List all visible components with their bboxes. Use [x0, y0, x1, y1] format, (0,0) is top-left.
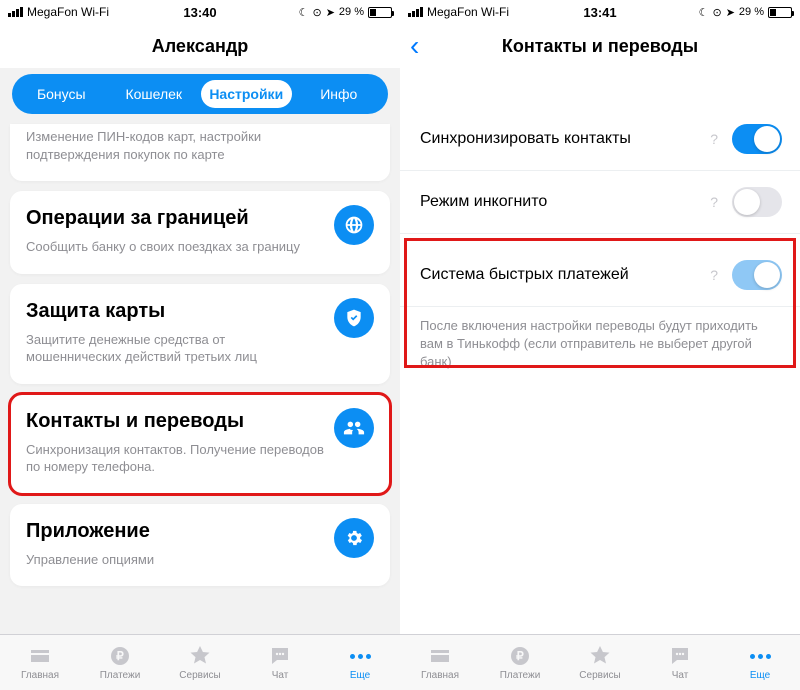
clock: 13:41	[583, 5, 616, 20]
clock: 13:40	[183, 5, 216, 20]
card-app-title: Приложение	[26, 520, 374, 543]
seg-wallet[interactable]: Кошелек	[109, 80, 200, 108]
seg-info[interactable]: Инфо	[294, 80, 385, 108]
tab-home[interactable]: Главная	[400, 635, 480, 690]
settings-panel: Синхронизировать контакты ? Режим инкогн…	[400, 68, 800, 634]
alarm-icon: ⊙	[312, 6, 321, 19]
battery-icon	[368, 7, 392, 18]
svg-text:₽: ₽	[116, 649, 124, 663]
row-sync-label: Синхронизировать контакты	[420, 130, 710, 148]
toggle-incognito[interactable]	[732, 187, 782, 217]
carrier-label: MegaFon Wi-Fi	[427, 5, 509, 19]
tab-home-label: Главная	[21, 670, 59, 681]
card-contacts-transfers[interactable]: Контакты и переводы Синхронизация контак…	[10, 394, 390, 494]
card-pin[interactable]: Изменение ПИН-кодов карт, настройки подт…	[10, 124, 390, 181]
toggle-sync-contacts[interactable]	[732, 124, 782, 154]
card-abroad-title: Операции за границей	[26, 207, 374, 230]
status-bar: MegaFon Wi-Fi 13:41 ☾ ⊙ ➤ 29 %	[400, 0, 800, 24]
nav-header: Александр	[0, 24, 400, 68]
card-app-sub: Управление опциями	[26, 551, 374, 569]
back-button[interactable]: ‹	[410, 32, 419, 60]
seg-settings[interactable]: Настройки	[201, 80, 292, 108]
card-pin-sub: Изменение ПИН-кодов карт, настройки подт…	[26, 128, 374, 163]
tab-services[interactable]: Сервисы	[560, 635, 640, 690]
signal-icon	[408, 7, 423, 17]
tab-payments-label: Платежи	[500, 670, 541, 681]
card-abroad-sub: Сообщить банку о своих поездках за грани…	[26, 238, 374, 256]
row-sync-contacts: Синхронизировать контакты ?	[400, 108, 800, 171]
row-fast-payments-label: Система быстрых платежей	[420, 266, 710, 284]
moon-icon: ☾	[299, 6, 309, 19]
tab-services-label: Сервисы	[179, 670, 220, 681]
segment-bar: Бонусы Кошелек Настройки Инфо	[12, 74, 388, 114]
seg-bonuses[interactable]: Бонусы	[16, 80, 107, 108]
card-protection-sub: Защитите денежные средства от мошенничес…	[26, 331, 374, 366]
tab-bar: Главная ₽ Платежи Сервисы Чат Еще	[400, 634, 800, 690]
battery-percent: 29 %	[739, 6, 764, 18]
tab-home[interactable]: Главная	[0, 635, 80, 690]
tab-payments-label: Платежи	[100, 670, 141, 681]
carrier-label: MegaFon Wi-Fi	[27, 5, 109, 19]
tab-more[interactable]: Еще	[320, 635, 400, 690]
row-incognito-label: Режим инкогнито	[420, 193, 710, 211]
tab-payments[interactable]: ₽ Платежи	[80, 635, 160, 690]
nav-header: ‹ Контакты и переводы	[400, 24, 800, 68]
tab-chat[interactable]: Чат	[240, 635, 320, 690]
tab-more[interactable]: Еще	[720, 635, 800, 690]
location-icon: ➤	[726, 6, 735, 19]
help-icon[interactable]: ?	[710, 131, 718, 147]
tab-payments[interactable]: ₽ Платежи	[480, 635, 560, 690]
row-incognito: Режим инкогнито ?	[400, 171, 800, 234]
globe-icon	[334, 205, 374, 245]
svg-text:₽: ₽	[516, 649, 524, 663]
tab-services[interactable]: Сервисы	[160, 635, 240, 690]
gear-icon	[334, 518, 374, 558]
more-icon	[750, 644, 771, 668]
location-icon: ➤	[326, 6, 335, 19]
help-icon[interactable]: ?	[710, 267, 718, 283]
tab-services-label: Сервисы	[579, 670, 620, 681]
alarm-icon: ⊙	[712, 6, 721, 19]
page-title: Контакты и переводы	[502, 36, 698, 57]
page-title: Александр	[152, 36, 249, 57]
people-icon	[334, 408, 374, 448]
toggle-fast-payments[interactable]	[732, 260, 782, 290]
tab-more-label: Еще	[750, 670, 770, 681]
settings-list: Изменение ПИН-кодов карт, настройки подт…	[0, 120, 400, 634]
card-contacts-title: Контакты и переводы	[26, 410, 374, 433]
battery-icon	[768, 7, 792, 18]
tab-home-label: Главная	[421, 670, 459, 681]
tab-more-label: Еще	[350, 670, 370, 681]
tab-chat-label: Чат	[672, 670, 689, 681]
moon-icon: ☾	[699, 6, 709, 19]
status-bar: MegaFon Wi-Fi 13:40 ☾ ⊙ ➤ 29 %	[0, 0, 400, 24]
row-fast-payments: Система быстрых платежей ?	[400, 234, 800, 307]
card-app[interactable]: Приложение Управление опциями	[10, 504, 390, 587]
row-fast-payments-footer: После включения настройки переводы будут…	[400, 307, 800, 392]
tab-chat-label: Чат	[272, 670, 289, 681]
tab-bar: Главная ₽ Платежи Сервисы Чат Еще	[0, 634, 400, 690]
card-contacts-sub: Синхронизация контактов. Получение перев…	[26, 441, 374, 476]
battery-percent: 29 %	[339, 6, 364, 18]
help-icon[interactable]: ?	[710, 194, 718, 210]
card-protection[interactable]: Защита карты Защитите денежные средства …	[10, 284, 390, 384]
card-abroad[interactable]: Операции за границей Сообщить банку о св…	[10, 191, 390, 274]
shield-icon	[334, 298, 374, 338]
more-icon	[350, 644, 371, 668]
tab-chat[interactable]: Чат	[640, 635, 720, 690]
card-protection-title: Защита карты	[26, 300, 374, 323]
signal-icon	[8, 7, 23, 17]
